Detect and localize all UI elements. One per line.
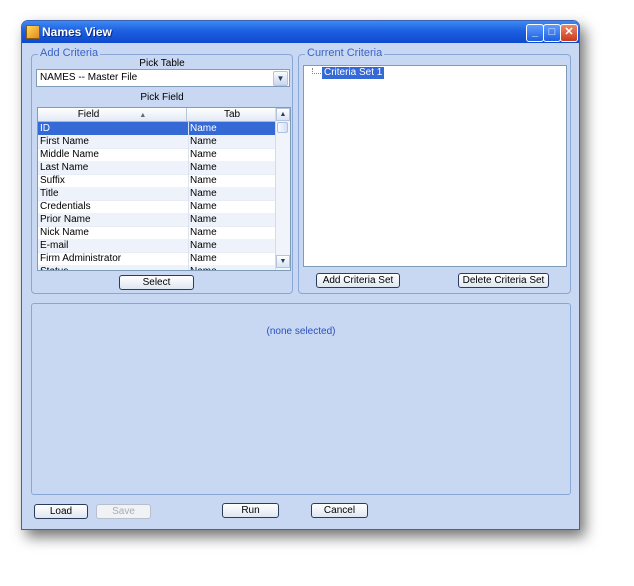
criteria-detail-panel: (none selected) [31,303,571,495]
criteria-tree[interactable]: Criteria Set 1 [303,65,567,267]
select-button[interactable]: Select [119,275,194,290]
tab-cell: Name [190,149,217,160]
none-selected-text: (none selected) [266,326,336,337]
scrollbar-thumb[interactable] [277,122,288,133]
table-row[interactable]: StatusName [38,265,276,270]
load-button[interactable]: Load [34,504,88,519]
tree-node-criteria-set[interactable]: Criteria Set 1 [322,67,385,79]
window-title: Names View [42,25,112,39]
table-row[interactable]: Credentials Name [38,200,276,214]
tab-cell: Name [190,253,217,264]
tab-cell: Name [188,265,276,270]
current-criteria-legend: Current Criteria [305,47,385,59]
current-criteria-group: Current Criteria Criteria Set 1 Add Crit… [298,47,571,294]
grid-header: Field ▲ Tab [38,108,276,122]
chevron-down-icon[interactable]: ▼ [273,71,288,86]
pick-table-value: NAMES -- Master File [40,72,138,83]
field-cell: ID [38,122,189,135]
tab-cell: Name [190,162,217,173]
add-criteria-set-button[interactable]: Add Criteria Set [316,273,400,288]
column-header-field-label: Field [77,109,100,120]
field-cell: Prior Name [38,213,189,226]
field-cell: Middle Name [38,148,189,161]
table-row[interactable]: Suffix Name [38,174,276,188]
field-cell: Firm Administrator [38,252,189,265]
tree-connector [312,68,321,74]
add-criteria-group: Add Criteria Pick Table NAMES -- Master … [31,47,293,294]
table-row[interactable]: Middle Name Name [38,148,276,162]
field-cell: Last Name [38,161,189,174]
close-button[interactable]: ✕ [560,24,578,42]
column-header-field[interactable]: Field ▲ [38,108,187,121]
title-bar[interactable]: Names View _ □ ✕ [22,21,579,43]
tab-cell: Name [190,123,217,134]
scroll-up-icon[interactable]: ▲ [276,108,290,121]
table-row[interactable]: Prior Name Name [38,213,276,227]
table-row[interactable]: Nick Name Name [38,226,276,240]
table-row[interactable]: First Name Name [38,135,276,149]
field-cell: E-mail [38,239,189,252]
save-button[interactable]: Save [96,504,151,519]
tab-cell: Name [190,136,217,147]
cancel-button[interactable]: Cancel [311,503,368,518]
field-cell: First Name [38,135,189,148]
field-cell: Title [38,187,189,200]
field-cell: Credentials [38,200,189,213]
run-button[interactable]: Run [222,503,279,518]
tab-cell: Name [190,227,217,238]
scroll-down-icon[interactable]: ▼ [276,255,290,268]
table-row[interactable]: Firm Administrator Name [38,252,276,266]
table-row[interactable]: Title Name [38,187,276,201]
pick-field-label: Pick Field [140,92,184,103]
field-grid[interactable]: Field ▲ Tab ID Name First Name Name Middle Na… [37,107,291,271]
sort-ascending-icon: ▲ [139,112,147,119]
tab-cell: Name [190,214,217,225]
tab-cell: Name [190,188,217,199]
delete-criteria-set-button[interactable]: Delete Criteria Set [458,273,549,288]
field-cell: Nick Name [38,226,189,239]
table-row[interactable]: E-mail Name [38,239,276,253]
minimize-button[interactable]: _ [526,24,544,42]
table-row[interactable]: Last Name Name [38,161,276,175]
grid-vertical-scrollbar[interactable]: ▲ ▼ [275,108,290,270]
field-cell: Suffix [38,174,189,187]
pick-table-label: Pick Table [139,58,185,69]
tab-cell: Name [190,240,217,251]
tab-cell: Name [190,175,217,186]
pick-table-dropdown[interactable]: NAMES -- Master File ▼ [36,69,290,87]
table-row[interactable]: ID Name [38,122,276,136]
field-cell: Status [38,265,189,270]
maximize-button[interactable]: □ [543,24,561,42]
column-header-tab[interactable]: Tab [188,108,276,121]
tab-cell: Name [190,201,217,212]
app-icon [26,25,40,39]
names-view-window: Names View _ □ ✕ Add Criteria Pick Table… [21,20,580,530]
